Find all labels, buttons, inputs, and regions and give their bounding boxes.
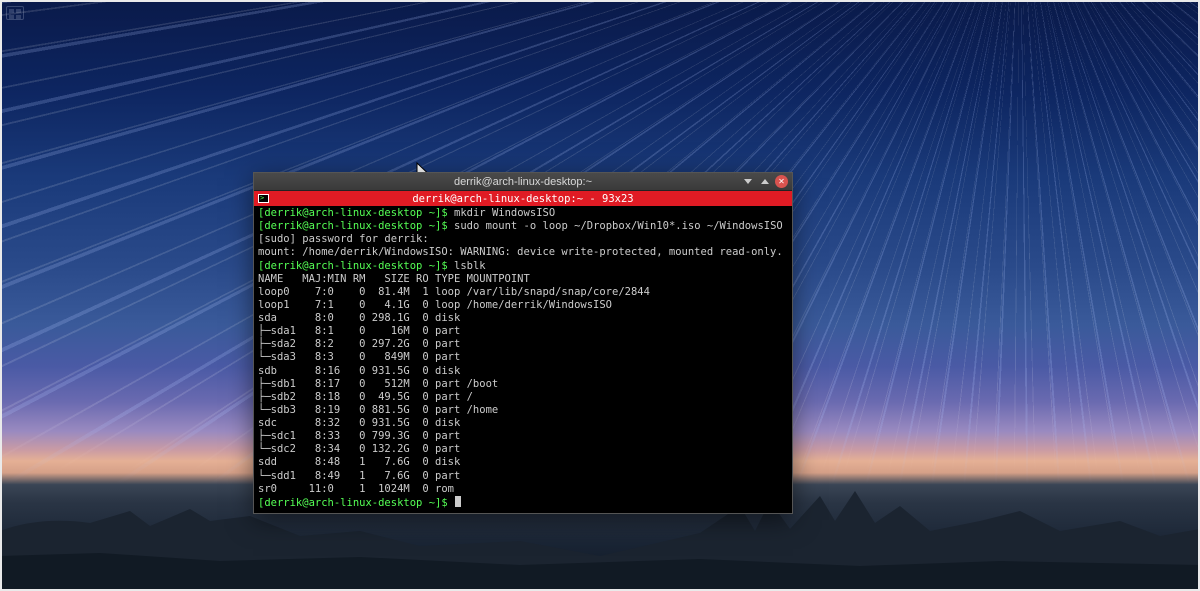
prompt-user-host: derrik@arch-linux-desktop	[264, 260, 422, 272]
lsblk-row: sdc 8:32 0 931.5G 0 disk	[258, 417, 467, 429]
lsblk-row: sdd 8:48 1 7.6G 0 disk	[258, 456, 467, 468]
lsblk-row: └─sda3 8:3 0 849M 0 part	[258, 351, 467, 363]
window-controls	[741, 175, 788, 188]
lsblk-row: sdb 8:16 0 931.5G 0 disk	[258, 365, 467, 377]
terminal-window[interactable]: derrik@arch-linux-desktop:~ derrik@arch-…	[253, 172, 793, 514]
workspace-switcher-icon[interactable]	[6, 6, 24, 20]
lsblk-header: NAME MAJ:MIN RM SIZE RO TYPE MOUNTPOINT	[258, 273, 530, 285]
lsblk-row: └─sdc2 8:34 0 132.2G 0 part	[258, 443, 467, 455]
lsblk-row: sda 8:0 0 298.1G 0 disk	[258, 312, 467, 324]
terminal-icon	[258, 194, 269, 203]
command-2: sudo mount -o loop ~/Dropbox/Win10*.iso …	[454, 220, 783, 232]
terminal-cursor	[455, 496, 461, 507]
lsblk-row: ├─sdb2 8:18 0 49.5G 0 part /	[258, 391, 473, 403]
lsblk-row: loop0 7:0 0 81.4M 1 loop /var/lib/snapd/…	[258, 286, 650, 298]
lsblk-row: ├─sdb1 8:17 0 512M 0 part /boot	[258, 378, 498, 390]
window-title: derrik@arch-linux-desktop:~	[454, 176, 592, 188]
output-sudo: [sudo] password for derrik:	[258, 233, 429, 245]
prompt-user-host: derrik@arch-linux-desktop	[264, 497, 422, 509]
maximize-button[interactable]	[758, 175, 771, 188]
lsblk-row: loop1 7:1 0 4.1G 0 loop /home/derrik/Win…	[258, 299, 612, 311]
lsblk-row: └─sdd1 8:49 1 7.6G 0 part	[258, 470, 467, 482]
lsblk-row: ├─sdc1 8:33 0 799.3G 0 part	[258, 430, 467, 442]
prompt-bracket-close: ]$	[435, 220, 448, 232]
prompt-user-host: derrik@arch-linux-desktop	[264, 220, 422, 232]
output-mount-warning: mount: /home/derrik/WindowsISO: WARNING:…	[258, 246, 783, 258]
prompt-user-host: derrik@arch-linux-desktop	[264, 207, 422, 219]
prompt-bracket-close: ]$	[435, 260, 448, 272]
prompt-bracket-close: ]$	[435, 207, 448, 219]
window-titlebar[interactable]: derrik@arch-linux-desktop:~	[254, 173, 792, 191]
lsblk-row: sr0 11:0 1 1024M 0 rom	[258, 483, 467, 495]
command-1: mkdir WindowsISO	[454, 207, 555, 219]
terminal-body[interactable]: [derrik@arch-linux-desktop ~]$ mkdir Win…	[254, 206, 792, 513]
terminal-menubar[interactable]: derrik@arch-linux-desktop:~ - 93x23	[254, 191, 792, 206]
minimize-button[interactable]	[741, 175, 754, 188]
lsblk-row: ├─sda1 8:1 0 16M 0 part	[258, 325, 467, 337]
prompt-bracket-close: ]$	[435, 497, 448, 509]
terminal-session-label: derrik@arch-linux-desktop:~ - 93x23	[254, 193, 792, 205]
lsblk-row: ├─sda2 8:2 0 297.2G 0 part	[258, 338, 467, 350]
command-3: lsblk	[454, 260, 486, 272]
lsblk-row: └─sdb3 8:19 0 881.5G 0 part /home	[258, 404, 498, 416]
close-button[interactable]	[775, 175, 788, 188]
